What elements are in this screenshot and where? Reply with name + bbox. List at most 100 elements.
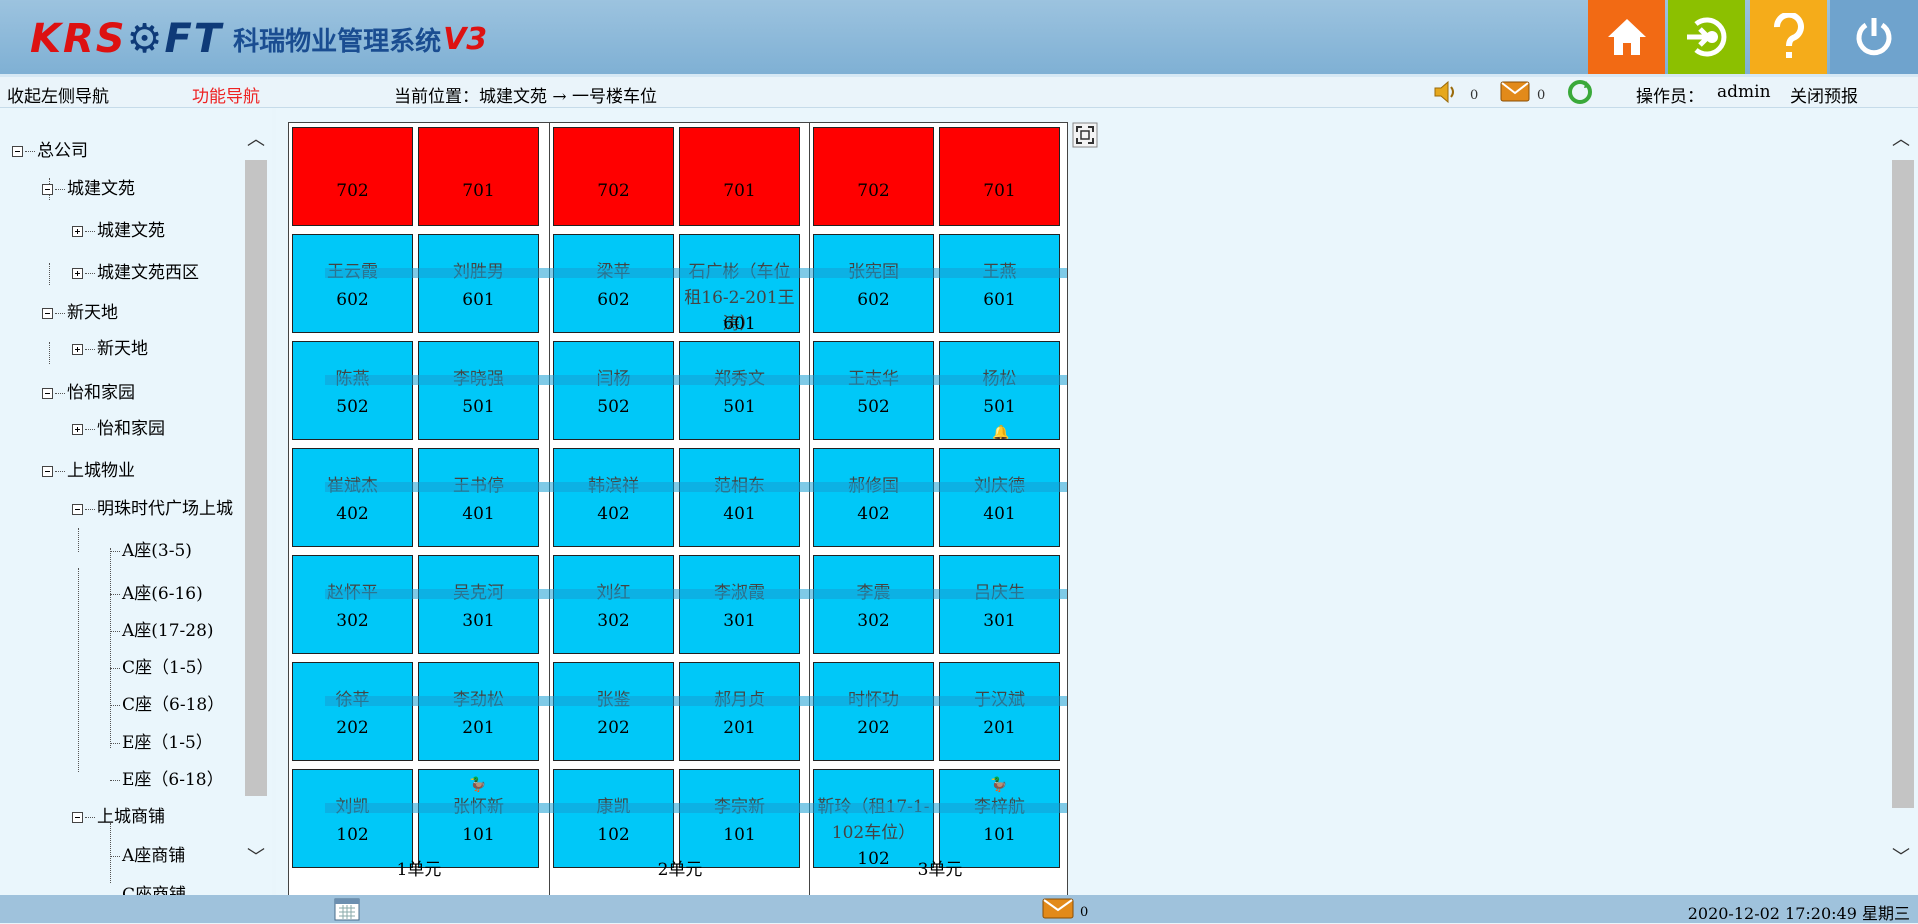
parking-cell[interactable]: 闫杨 502: [553, 341, 674, 440]
parking-cell[interactable]: 702: [813, 127, 934, 226]
parking-cell[interactable]: 701: [679, 127, 800, 226]
collapse-icon[interactable]: [42, 388, 53, 399]
tree-node-shangpu[interactable]: 上城商铺: [72, 802, 165, 827]
parking-cell[interactable]: 梁苹 602: [553, 234, 674, 333]
mail-icon[interactable]: [1042, 896, 1074, 920]
parking-cell[interactable]: 徐苹 202: [292, 662, 413, 761]
parking-cell[interactable]: 张鉴 202: [553, 662, 674, 761]
scroll-up-icon[interactable]: ︿: [247, 130, 265, 150]
mail-icon[interactable]: [1500, 79, 1530, 103]
parking-cell[interactable]: 702: [292, 127, 413, 226]
parking-cell[interactable]: 李晓强 501: [418, 341, 539, 440]
tree-leaf-e1[interactable]: E座（1-5）: [110, 728, 213, 753]
collapse-icon[interactable]: [42, 308, 53, 319]
collapse-icon[interactable]: [72, 504, 83, 515]
tree-leaf-sp-a[interactable]: A座商铺: [110, 841, 185, 866]
collapse-icon[interactable]: [42, 184, 53, 195]
parking-cell[interactable]: 刘庆德 401: [939, 448, 1060, 547]
tree-node-chengjian-west[interactable]: 城建文苑西区: [72, 258, 199, 283]
tree-leaf-e2[interactable]: E座（6-18）: [110, 765, 224, 790]
parking-cell[interactable]: 于汉斌 201: [939, 662, 1060, 761]
parking-cell[interactable]: 郝修国 402: [813, 448, 934, 547]
parking-cell[interactable]: 李淑霞 301: [679, 555, 800, 654]
parking-cell[interactable]: 李宗新 101: [679, 769, 800, 868]
parking-cell[interactable]: 刘红 302: [553, 555, 674, 654]
parking-cell[interactable]: 崔斌杰 402: [292, 448, 413, 547]
expand-icon[interactable]: [72, 344, 83, 355]
collapse-sidebar-link[interactable]: 收起左侧导航: [7, 82, 109, 107]
calendar-icon[interactable]: [334, 897, 360, 921]
tree-leaf-c1[interactable]: C座（1-5）: [110, 653, 213, 678]
unit-label: 1单元: [396, 860, 442, 880]
parking-cell[interactable]: 时怀功 202: [813, 662, 934, 761]
tree-node-xintiandi[interactable]: 新天地: [42, 298, 118, 323]
fullscreen-icon[interactable]: [1072, 122, 1098, 148]
room-number: 501: [723, 397, 756, 417]
home-icon: [1607, 19, 1646, 55]
sidebar-scrollbar[interactable]: ︿ ﹀: [245, 108, 269, 895]
unit-column: 702 701 梁苹 602 石广彬（车位租16-2-201王涛） 601 闫杨 502 郑秀文…: [549, 123, 810, 895]
parking-cell[interactable]: 石广彬（车位租16-2-201王涛） 601: [679, 234, 800, 333]
tree-leaf-c2[interactable]: C座（6-18）: [110, 690, 224, 715]
parking-cell[interactable]: 杨松 501 🔔: [939, 341, 1060, 440]
parking-cell[interactable]: 陈燕 502: [292, 341, 413, 440]
login-button[interactable]: [1668, 0, 1745, 74]
collapse-icon[interactable]: [12, 146, 23, 157]
parking-cell[interactable]: 王云霞 602: [292, 234, 413, 333]
parking-cell[interactable]: 张怀新 101 🦆: [418, 769, 539, 868]
sidebar-scroll-thumb[interactable]: [245, 160, 267, 796]
home-button[interactable]: [1588, 0, 1665, 74]
function-nav-link[interactable]: 功能导航: [192, 82, 260, 107]
tree-node-yihe[interactable]: 怡和家园: [42, 378, 135, 403]
parking-cell[interactable]: 郝月贞 201: [679, 662, 800, 761]
tree-leaf-a3[interactable]: A座(17-28): [110, 616, 214, 641]
tree-leaf-sp-c[interactable]: C座商铺: [110, 880, 186, 895]
scroll-down-icon[interactable]: ﹀: [1892, 848, 1910, 868]
expand-icon[interactable]: [72, 424, 83, 435]
tree-node-mingzhu[interactable]: 明珠时代广场上城: [72, 494, 233, 519]
parking-cell[interactable]: 吴克河 301: [418, 555, 539, 654]
parking-cell[interactable]: 韩滨祥 402: [553, 448, 674, 547]
parking-cell[interactable]: 范相东 401: [679, 448, 800, 547]
parking-cell[interactable]: 王燕 601: [939, 234, 1060, 333]
power-button[interactable]: [1830, 0, 1918, 74]
tree-leaf-a2[interactable]: A座(6-16): [110, 579, 203, 604]
refresh-icon[interactable]: [1566, 79, 1594, 105]
parking-cell[interactable]: 郑秀文 501: [679, 341, 800, 440]
close-alert-link[interactable]: 关闭预报: [1790, 82, 1858, 107]
parking-cell[interactable]: 吕庆生 301: [939, 555, 1060, 654]
expand-icon[interactable]: [72, 226, 83, 237]
speaker-icon[interactable]: [1432, 79, 1460, 105]
tree-node-shangcheng[interactable]: 上城物业: [42, 456, 135, 481]
room-number: 502: [597, 397, 630, 417]
tree-node-root[interactable]: 总公司: [12, 136, 88, 161]
tree-node-chengjian-sub[interactable]: 城建文苑: [72, 216, 165, 241]
tree-node-chengjian[interactable]: 城建文苑: [42, 174, 135, 199]
collapse-icon[interactable]: [42, 466, 53, 477]
tree-node-yihe-sub[interactable]: 怡和家园: [72, 414, 165, 439]
parking-cell[interactable]: 靳玲（租17-1-102车位） 102: [813, 769, 934, 868]
scroll-down-icon[interactable]: ﹀: [247, 848, 265, 868]
tree-leaf-a1[interactable]: A座(3-5): [110, 536, 192, 561]
parking-cell[interactable]: 701: [939, 127, 1060, 226]
parking-cell[interactable]: 701: [418, 127, 539, 226]
scroll-up-icon[interactable]: ︿: [1892, 130, 1910, 150]
help-button[interactable]: [1750, 0, 1827, 74]
parking-cell[interactable]: 张宪国 602: [813, 234, 934, 333]
mail-count: 0: [1537, 88, 1546, 103]
expand-icon[interactable]: [72, 268, 83, 279]
tree-node-xintiandi-sub[interactable]: 新天地: [72, 334, 148, 359]
parking-cell[interactable]: 李梓航 101 🦆: [939, 769, 1060, 868]
parking-cell[interactable]: 王书停 401: [418, 448, 539, 547]
owner-name: 张鉴: [596, 690, 631, 710]
parking-cell[interactable]: 刘凯 102: [292, 769, 413, 868]
parking-cell[interactable]: 702: [553, 127, 674, 226]
main-scroll-thumb[interactable]: [1892, 160, 1914, 808]
parking-cell[interactable]: 王志华 502: [813, 341, 934, 440]
parking-cell[interactable]: 李劲松 201: [418, 662, 539, 761]
parking-cell[interactable]: 康凯 102: [553, 769, 674, 868]
parking-cell[interactable]: 刘胜男 601: [418, 234, 539, 333]
collapse-icon[interactable]: [72, 812, 83, 823]
parking-cell[interactable]: 李震 302: [813, 555, 934, 654]
parking-cell[interactable]: 赵怀平 302: [292, 555, 413, 654]
